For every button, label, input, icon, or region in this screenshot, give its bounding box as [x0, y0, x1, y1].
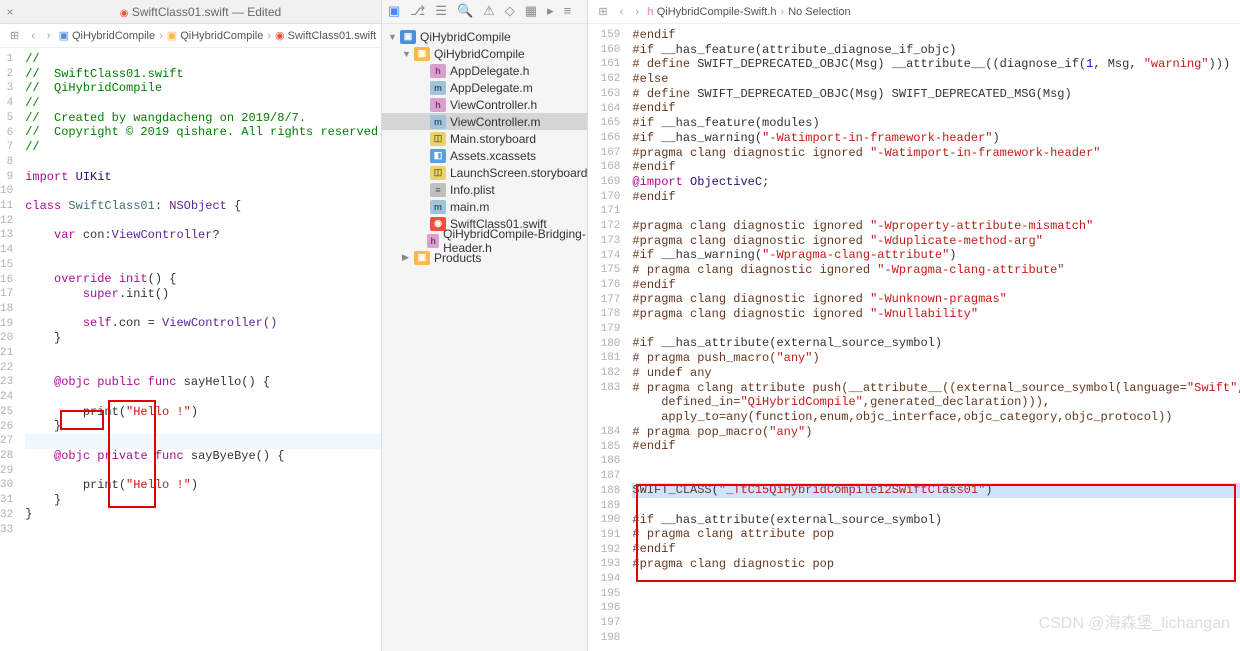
nav-forward-icon[interactable]: ›	[43, 30, 55, 42]
test-navigator-icon[interactable]: ◇	[505, 4, 515, 19]
symbol-navigator-icon[interactable]: ☰	[435, 4, 447, 19]
related-items-icon[interactable]: ⊞	[6, 29, 23, 42]
nav-back-icon[interactable]: ‹	[616, 6, 628, 18]
tree-item[interactable]: mAppDelegate.m	[382, 79, 587, 96]
breadcrumb-file[interactable]: h QiHybridCompile-Swift.h	[647, 6, 777, 18]
source-control-icon[interactable]: ⎇	[410, 4, 425, 19]
debug-navigator-icon[interactable]: ▦	[525, 4, 537, 19]
find-navigator-icon[interactable]: 🔍	[457, 4, 473, 19]
breadcrumb-folder[interactable]: ▣QiHybridCompile	[167, 29, 264, 42]
tree-item[interactable]: hQiHybridCompile-Bridging-Header.h	[382, 232, 587, 249]
code-editor-left[interactable]: 1 2 3 4 5 6 7 8 9 10 11 12 13 14 15 16 1…	[0, 48, 381, 651]
breadcrumb-selection[interactable]: No Selection	[788, 6, 850, 18]
tree-item[interactable]: hViewController.h	[382, 96, 587, 113]
related-items-icon[interactable]: ⊞	[594, 5, 611, 18]
tab-bar: × ◉ SwiftClass01.swift — Edited	[0, 0, 381, 24]
code-editor-right[interactable]: 159 160 161 162 163 164 165 166 167 168 …	[588, 24, 1240, 651]
navigator-toolbar: ▣ ⎇ ☰ 🔍 ⚠ ◇ ▦ ▸ ≡	[382, 0, 587, 24]
tree-item[interactable]: ◧Assets.xcassets	[382, 147, 587, 164]
jump-bar-left: ⊞ ‹ › ▣QiHybridCompile › ▣QiHybridCompil…	[0, 24, 381, 48]
nav-back-icon[interactable]: ‹	[27, 30, 39, 42]
jump-bar-right: ⊞ ‹ › h QiHybridCompile-Swift.h › No Sel…	[588, 0, 1240, 24]
project-navigator-icon[interactable]: ▣	[388, 4, 400, 19]
watermark: CSDN @海森堡_lichangan	[1039, 609, 1230, 633]
tree-item[interactable]: mViewController.m	[382, 113, 587, 130]
tree-item[interactable]: hAppDelegate.h	[382, 62, 587, 79]
breadcrumb-file[interactable]: ◉SwiftClass01.swift	[275, 29, 376, 42]
navigator-pane: ▣ ⎇ ☰ 🔍 ⚠ ◇ ▦ ▸ ≡ ▼▣QiHybridCompile▼▣QiH…	[382, 0, 588, 651]
breakpoint-navigator-icon[interactable]: ▸	[547, 4, 554, 19]
report-navigator-icon[interactable]: ≡	[564, 4, 572, 19]
tree-item[interactable]: ◫Main.storyboard	[382, 130, 587, 147]
nav-forward-icon[interactable]: ›	[631, 6, 643, 18]
issue-navigator-icon[interactable]: ⚠	[483, 4, 495, 19]
tree-item[interactable]: ◫LaunchScreen.storyboard	[382, 164, 587, 181]
file-tree[interactable]: ▼▣QiHybridCompile▼▣QiHybridCompilehAppDe…	[382, 24, 587, 651]
breadcrumb-project[interactable]: ▣QiHybridCompile	[59, 29, 156, 42]
editor-pane-right: ⊞ ‹ › h QiHybridCompile-Swift.h › No Sel…	[588, 0, 1240, 651]
editor-pane-left: × ◉ SwiftClass01.swift — Edited ⊞ ‹ › ▣Q…	[0, 0, 382, 651]
tree-item[interactable]: mmain.m	[382, 198, 587, 215]
tab-title[interactable]: ◉ SwiftClass01.swift — Edited	[20, 5, 381, 19]
tree-item[interactable]: ≡Info.plist	[382, 181, 587, 198]
tree-item[interactable]: ▼▣QiHybridCompile	[382, 45, 587, 62]
close-tab-icon[interactable]: ×	[0, 5, 20, 19]
tree-item[interactable]: ▼▣QiHybridCompile	[382, 28, 587, 45]
